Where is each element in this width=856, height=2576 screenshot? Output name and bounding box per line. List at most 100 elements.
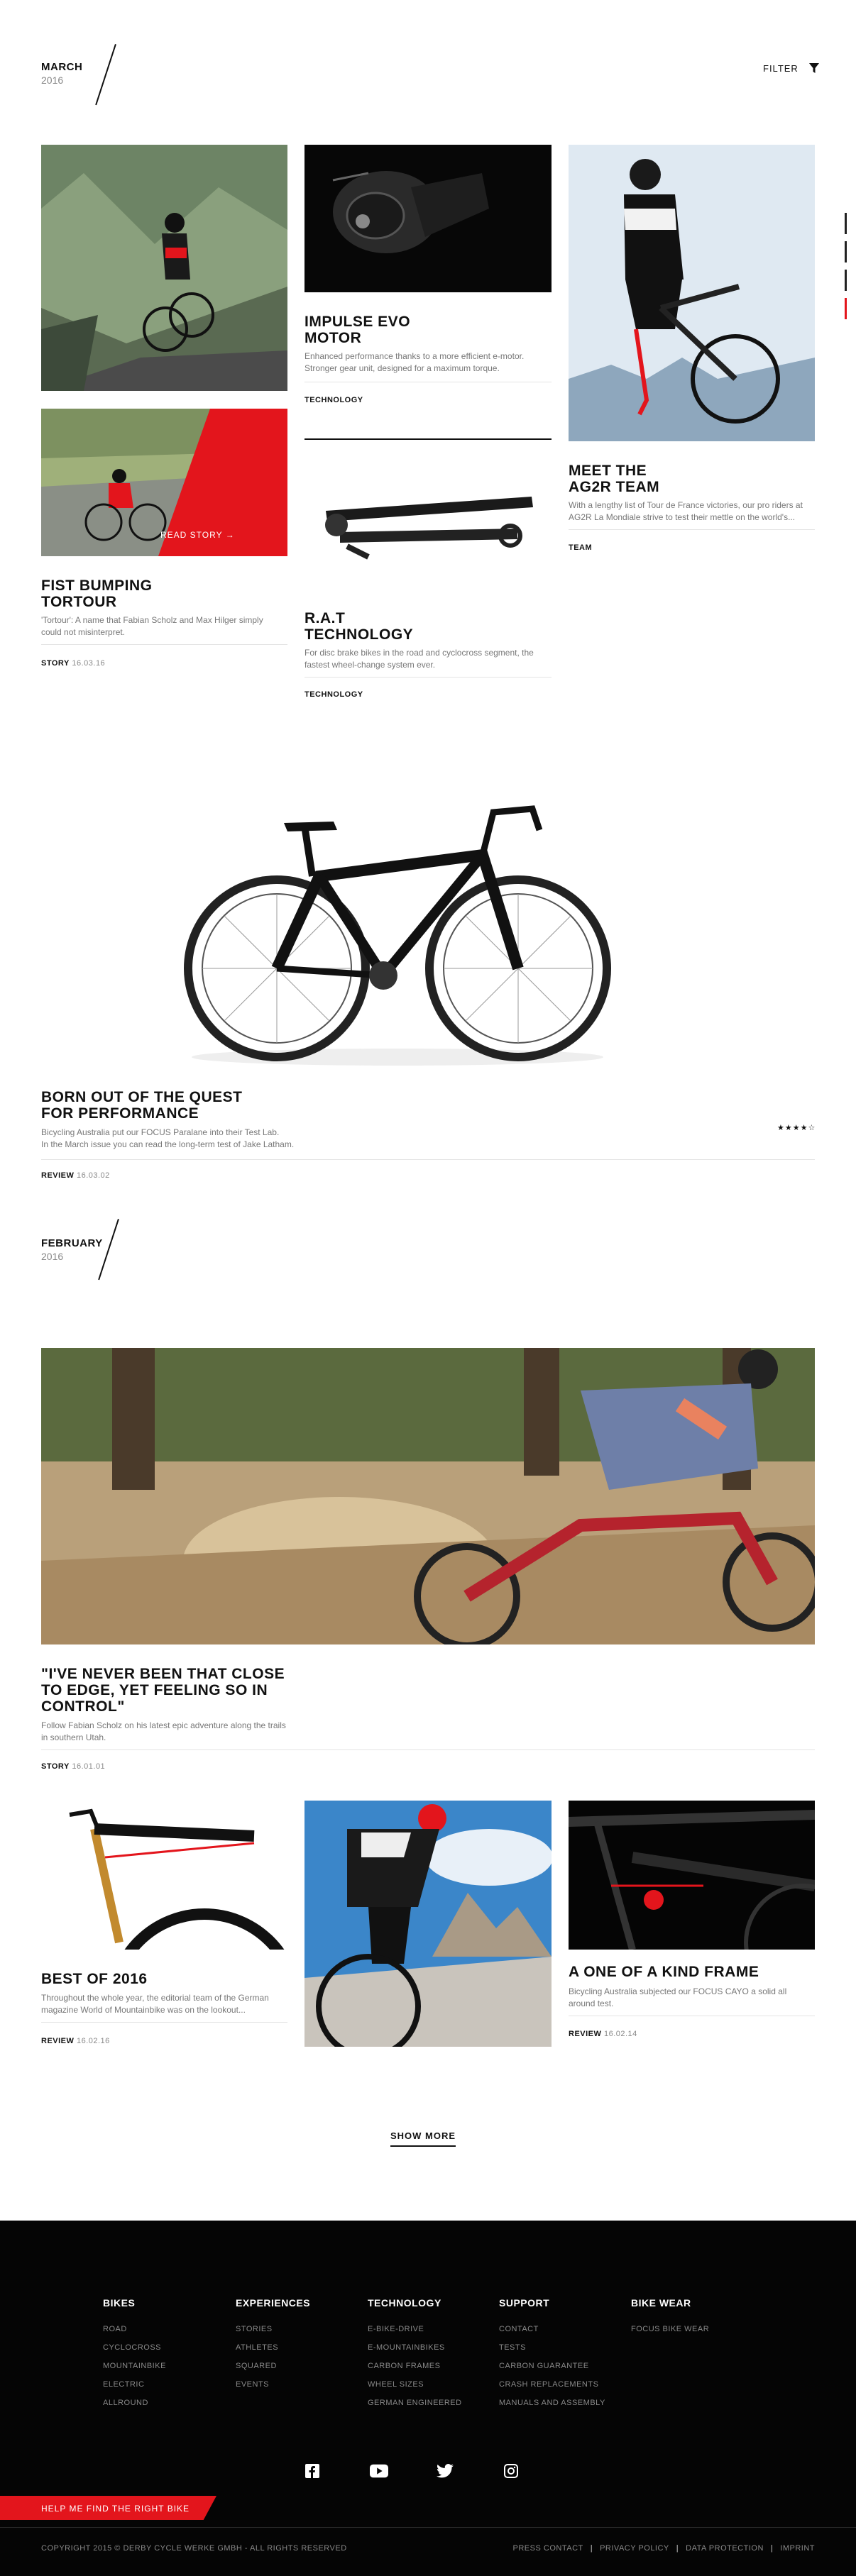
footer-link[interactable]: CARBON GUARANTEE [499,2357,605,2375]
card-description: Enhanced performance thanks to a more ef… [304,351,525,373]
footer-link[interactable]: SQUARED [236,2357,310,2375]
card-description: 'Tortour': A name that Fabian Scholz and… [41,615,263,637]
divider [41,1749,815,1750]
feature-description-line1: Bicycling Australia put our FOCUS Parala… [41,1127,280,1137]
date-label: 16.01.01 [72,1762,106,1771]
facebook-icon[interactable] [303,2462,322,2480]
footer-link[interactable]: CONTACT [499,2320,605,2338]
footer-link[interactable]: EVENTS [236,2375,310,2394]
mountainbike-rider-photo[interactable] [41,1348,815,1644]
divider [569,529,815,530]
motor-photo[interactable] [304,145,552,292]
month-header-february: FEBRUARY 2016 [41,1237,103,1262]
footer-link[interactable]: FOCUS BIKE WEAR [631,2320,709,2338]
footer-column-bike-wear: BIKE WEAR FOCUS BIKE WEAR [631,2297,709,2338]
separator: | [590,2544,593,2553]
card-title[interactable]: A ONE OF A KIND FRAME [569,1964,759,1980]
story-title[interactable]: "I'VE NEVER BEEN THAT CLOSE TO EDGE, YET… [41,1666,285,1715]
feature-meta: REVIEW 16.03.02 [41,1171,110,1180]
card-description: Bicycling Australia subjected our FOCUS … [569,1986,787,2008]
instagram-icon[interactable] [502,2462,520,2480]
card-title[interactable]: FIST BUMPING TORTOUR [41,577,153,610]
legal-link-privacy-policy[interactable]: PRIVACY POLICY [600,2544,669,2553]
find-bike-button[interactable]: HELP ME FIND THE RIGHT BIKE [0,2496,216,2520]
date-label: 16.03.02 [76,1171,110,1180]
footer-link[interactable]: ROAD [103,2320,166,2338]
footer-divider [0,2527,856,2528]
legal-link-press-contact[interactable]: PRESS CONTACT [513,2544,583,2553]
card-title[interactable]: MEET THE AG2R TEAM [569,463,659,495]
legal-link-imprint[interactable]: IMPRINT [780,2544,815,2553]
story-description: Follow Fabian Scholz on his latest epic … [41,1720,286,1742]
card-title[interactable]: R.A.T TECHNOLOGY [304,610,413,643]
footer: BIKES ROAD CYCLOCROSS MOUNTAINBIKE ELECT… [0,2221,856,2576]
card-meta: REVIEW 16.02.14 [569,2030,637,2038]
footer-heading: SUPPORT [499,2297,550,2309]
feature-description-line2: In the March issue you can read the long… [41,1139,295,1149]
footer-link[interactable]: MANUALS AND ASSEMBLY [499,2394,605,2412]
footer-heading: EXPERIENCES [236,2297,311,2309]
category-label[interactable]: TECHNOLOGY [304,396,363,404]
read-story-link[interactable]: READ STORY → [160,530,235,540]
cyclist-mountain-photo[interactable] [41,145,287,391]
footer-link[interactable]: GERMAN ENGINEERED [368,2394,462,2412]
footer-link[interactable]: TESTS [499,2338,605,2357]
ag2r-rider-photo[interactable] [569,145,815,441]
category-label[interactable]: REVIEW [569,2030,601,2038]
category-label[interactable]: TECHNOLOGY [304,690,363,699]
separator: | [770,2544,774,2553]
card-title[interactable]: BEST OF 2016 [41,1971,148,1987]
footer-link[interactable]: ALLROUND [103,2394,166,2412]
scroll-indicator[interactable] [845,241,847,262]
footer-link[interactable]: WHEEL SIZES [368,2375,462,2394]
show-more-button[interactable]: SHOW MORE [390,2130,456,2147]
youtube-icon[interactable] [370,2462,388,2480]
scroll-indicator[interactable] [845,213,847,234]
category-label[interactable]: STORY [41,659,70,668]
copyright-text: COPYRIGHT 2015 © DERBY CYCLE WERKE GMBH … [41,2544,347,2553]
card-meta: TECHNOLOGY [304,396,363,404]
category-label[interactable]: REVIEW [41,2037,74,2045]
footer-link[interactable]: ATHLETES [236,2338,310,2357]
footer-link[interactable]: E-BIKE-DRIVE [368,2320,462,2338]
month-label: FEBRUARY [41,1237,103,1249]
footer-link[interactable]: ELECTRIC [103,2375,166,2394]
footer-column-experiences: EXPERIENCES STORIES ATHLETES SQUARED EVE… [236,2297,310,2394]
twitter-icon[interactable] [436,2462,454,2480]
separator: | [676,2544,679,2553]
scroll-indicator[interactable] [845,270,847,291]
year-label: 2016 [41,1251,64,1262]
card-description: With a lengthy list of Tour de France vi… [569,500,803,522]
category-label[interactable]: STORY [41,1762,70,1771]
footer-link[interactable]: CARBON FRAMES [368,2357,462,2375]
footer-link[interactable]: MOUNTAINBIKE [103,2357,166,2375]
mtb-fork-photo[interactable] [41,1801,287,1950]
divider-thick [304,438,552,440]
footer-column-technology: TECHNOLOGY E-BIKE-DRIVE E-MOUNTAINBIKES … [368,2297,462,2412]
legal-link-data-protection[interactable]: DATA PROTECTION [686,2544,764,2553]
month-header-march: MARCH 2016 [41,61,82,86]
footer-heading: TECHNOLOGY [368,2297,441,2309]
year-label: 2016 [41,74,64,86]
filter-button[interactable]: FILTER [763,62,820,74]
road-bike-photo[interactable] [170,752,625,1071]
rat-axle-photo[interactable] [304,468,552,582]
card-meta: REVIEW 16.02.16 [41,2037,110,2045]
filter-icon [808,63,819,73]
footer-heading: BIKE WEAR [631,2297,691,2309]
footer-link[interactable]: CRASH REPLACEMENTS [499,2375,605,2394]
cayo-frame-photo[interactable] [569,1801,815,1950]
card-description: For disc brake bikes in the road and cyc… [304,648,534,670]
card-title[interactable]: IMPULSE EVO MOTOR [304,314,410,346]
road-rider-dolomites-photo[interactable] [304,1801,552,2047]
date-label: 16.02.14 [603,2030,637,2038]
footer-link[interactable]: CYCLOCROSS [103,2338,166,2357]
scroll-indicator-active[interactable] [845,298,847,319]
card-meta: STORY 16.03.16 [41,659,105,668]
category-label[interactable]: TEAM [569,543,592,552]
category-label[interactable]: REVIEW [41,1171,74,1180]
feature-title[interactable]: BORN OUT OF THE QUEST FOR PERFORMANCE [41,1089,243,1122]
footer-link[interactable]: STORIES [236,2320,310,2338]
footer-column-support: SUPPORT CONTACT TESTS CARBON GUARANTEE C… [499,2297,605,2412]
footer-link[interactable]: E-MOUNTAINBIKES [368,2338,462,2357]
